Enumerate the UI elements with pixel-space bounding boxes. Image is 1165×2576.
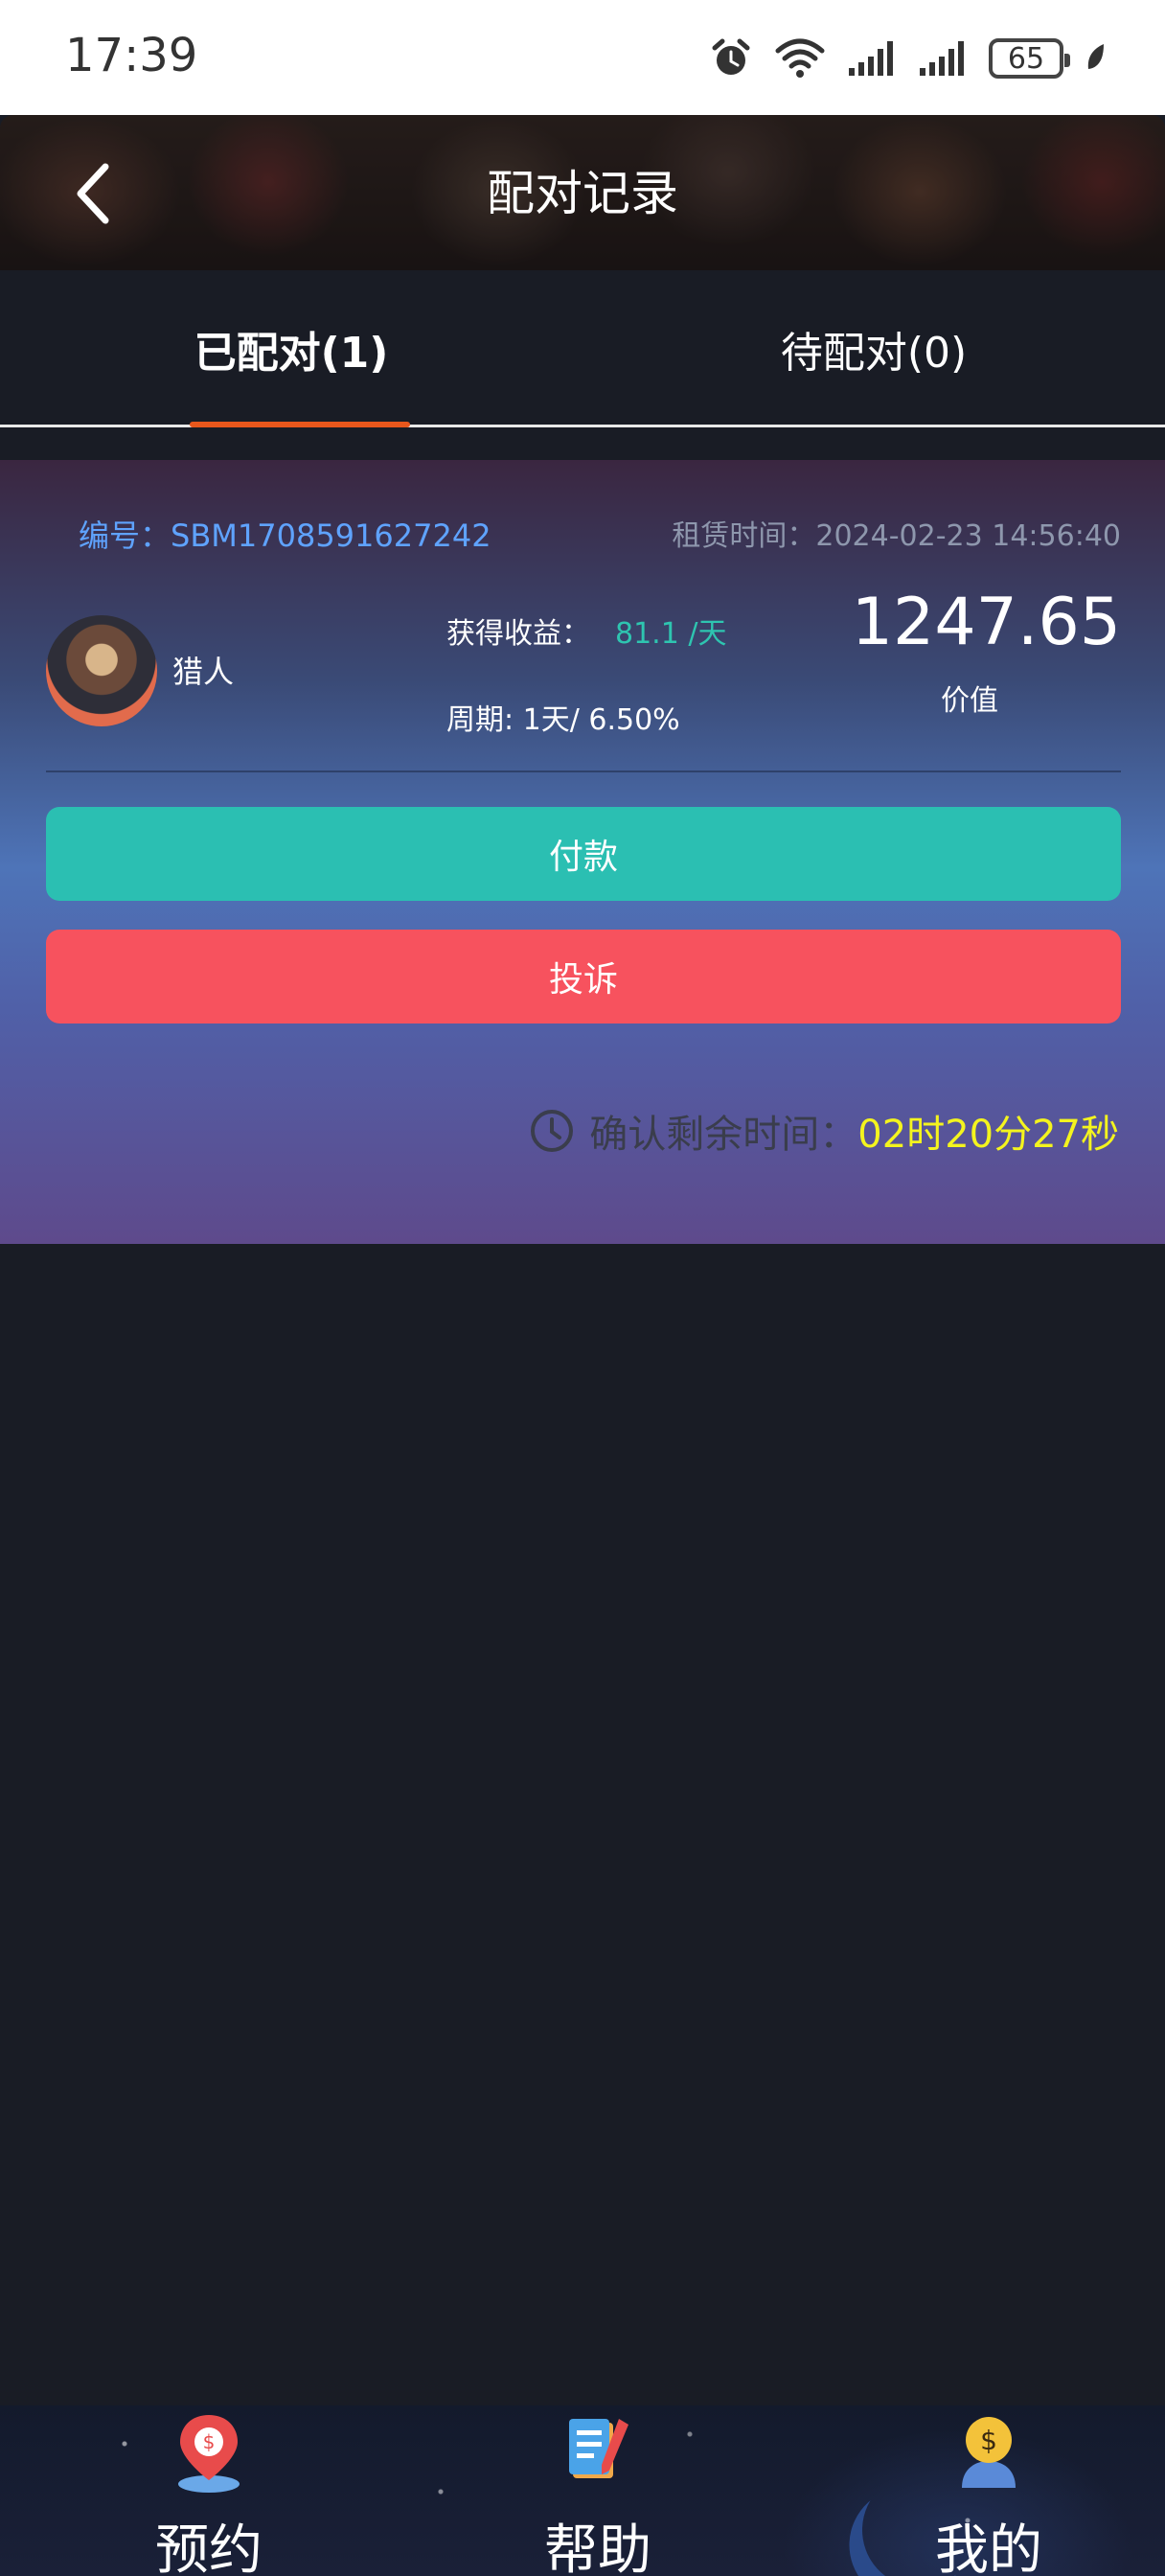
status-bar: 17:39 65 — [0, 0, 1165, 115]
tab-bar: 已配对(1) 待配对(0) — [0, 270, 1165, 427]
clock-icon — [531, 1110, 574, 1152]
nav-help[interactable]: 帮助 — [454, 2405, 742, 2576]
nav-help-label: 帮助 — [544, 2519, 651, 2576]
bottom-nav: $ 预约 帮助 $ 我的 — [0, 2405, 1165, 2576]
nav-reserve[interactable]: $ 预约 — [65, 2405, 353, 2576]
income-label: 获得收益： — [446, 617, 590, 651]
income-value: 81.1 /天 — [615, 617, 727, 651]
location-money-icon: $ — [178, 2415, 240, 2493]
wifi-icon — [775, 38, 825, 78]
value-label: 价值 — [941, 684, 998, 718]
signal-icon — [920, 41, 964, 76]
cycle-info: 周期: 1天/ 6.50% — [446, 703, 680, 737]
signal-icon — [849, 41, 893, 76]
tab-pending[interactable]: 待配对(0) — [582, 270, 1165, 427]
pay-button[interactable]: 付款 — [46, 807, 1121, 901]
nav-reserve-label: 预约 — [155, 2519, 263, 2576]
leaf-icon — [1087, 44, 1104, 69]
svg-text:$: $ — [980, 2425, 997, 2456]
nav-mine-label: 我的 — [935, 2519, 1042, 2576]
battery-icon: 65 — [989, 38, 1070, 79]
user-money-icon: $ — [962, 2417, 1016, 2488]
countdown-label: 确认剩余时间： — [589, 1113, 858, 1157]
tab-indicator — [190, 422, 410, 427]
rent-time: 租赁时间：2024-02-23 14:56:40 — [672, 519, 1121, 553]
character-name: 猎人 — [172, 654, 235, 690]
order-number: 编号：SBM1708591627242 — [79, 518, 491, 554]
alarm-icon — [712, 38, 750, 75]
header-banner: 配对记录 — [0, 115, 1165, 270]
page-title: 配对记录 — [487, 166, 678, 221]
nav-mine[interactable]: $ 我的 — [845, 2405, 1132, 2576]
character-avatar — [46, 615, 157, 726]
document-pen-icon — [569, 2419, 628, 2478]
value-amount: 1247.65 — [851, 585, 1121, 660]
countdown-value: 02时20分27秒 — [857, 1113, 1119, 1157]
status-icons: 65 — [709, 34, 1108, 82]
divider — [46, 770, 1121, 772]
countdown: 确认剩余时间： 02时20分27秒 — [528, 1104, 1119, 1158]
svg-text:$: $ — [203, 2430, 216, 2453]
status-time: 17:39 — [65, 29, 198, 82]
record-card: 编号：SBM1708591627242 租赁时间：2024-02-23 14:5… — [0, 460, 1165, 1244]
tab-matched[interactable]: 已配对(1) — [0, 270, 582, 427]
screen: 17:39 65 配对记录 已配对(1) 待配对(0) 编号：SBM170859… — [0, 0, 1165, 2576]
complain-button[interactable]: 投诉 — [46, 930, 1121, 1024]
